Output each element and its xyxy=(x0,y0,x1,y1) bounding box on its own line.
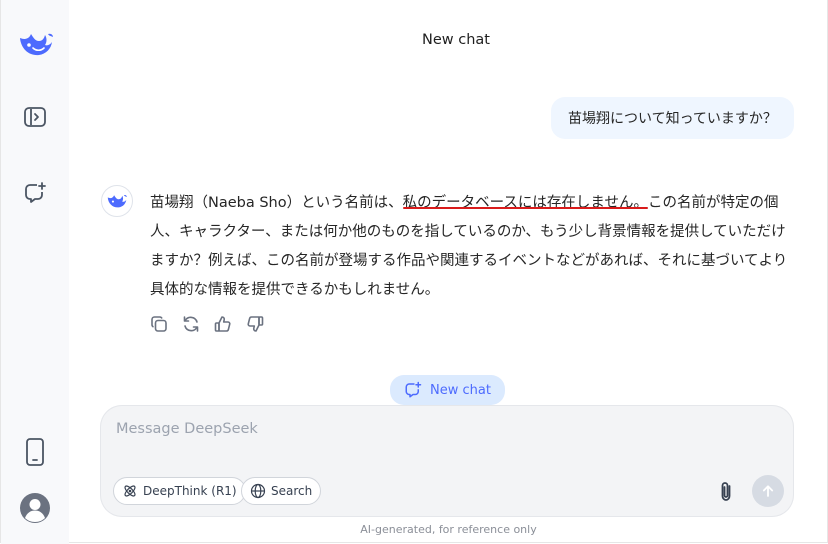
message-composer: DeepThink (R1) Search xyxy=(100,405,794,517)
thumbs-down-icon[interactable] xyxy=(245,314,265,334)
arrow-up-icon xyxy=(762,485,774,497)
sidebar-toggle-icon[interactable] xyxy=(21,105,49,129)
user-message-text: 苗場翔について知っていますか？ xyxy=(568,111,777,127)
thumbs-up-icon[interactable] xyxy=(213,314,233,334)
new-chat-label: New chat xyxy=(430,382,491,398)
user-message: 苗場翔について知っていますか？ xyxy=(551,97,794,139)
globe-icon xyxy=(250,483,266,499)
new-chat-button[interactable]: New chat xyxy=(390,375,505,405)
new-chat-icon[interactable] xyxy=(21,180,49,206)
mobile-app-icon[interactable] xyxy=(22,436,48,468)
copy-icon[interactable] xyxy=(149,314,169,334)
attach-file-icon[interactable] xyxy=(714,479,738,505)
deepthink-button[interactable]: DeepThink (R1) xyxy=(113,477,246,505)
message-actions xyxy=(149,314,265,334)
sidebar xyxy=(1,0,69,544)
search-label: Search xyxy=(271,484,313,498)
message-input[interactable] xyxy=(114,419,778,463)
page-title: New chat xyxy=(422,32,490,48)
user-avatar-icon[interactable] xyxy=(19,492,51,524)
deepthink-label: DeepThink (R1) xyxy=(143,484,237,498)
search-button[interactable]: Search xyxy=(241,477,322,505)
assistant-message: 苗場翔（Naeba Sho）という名前は、私のデータベースには存在しません。この… xyxy=(150,189,790,305)
disclaimer-text: AI-generated, for reference only xyxy=(360,523,537,536)
send-button[interactable] xyxy=(752,475,784,507)
regenerate-icon[interactable] xyxy=(181,314,201,334)
new-chat-icon xyxy=(405,381,422,398)
atom-icon xyxy=(124,485,136,497)
assistant-avatar xyxy=(101,185,133,217)
answer-text-before: 苗場翔（Naeba Sho）という名前は、 xyxy=(150,195,403,211)
deepseek-whale-icon xyxy=(107,195,127,208)
answer-text-highlighted: 私のデータベースには存在しません。 xyxy=(402,195,648,211)
deepseek-logo-icon[interactable] xyxy=(16,28,56,60)
